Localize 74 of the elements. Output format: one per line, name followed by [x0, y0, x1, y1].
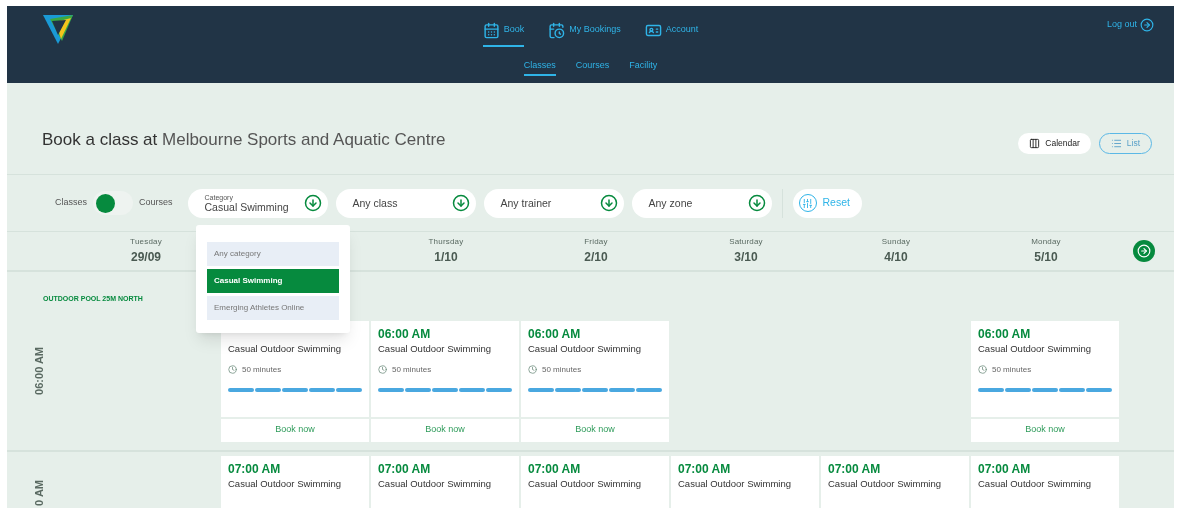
day-name: Sunday	[881, 236, 911, 248]
day-date: 2/10	[584, 249, 608, 266]
class-time: 07:00 AM	[678, 462, 732, 477]
class-duration: 50 minutes	[992, 363, 1032, 376]
calendar-icon	[482, 21, 500, 39]
arrow-right-icon	[1137, 244, 1151, 258]
class-time: 06:00 AM	[528, 326, 582, 342]
book-now-button[interactable]: Book now	[371, 416, 519, 442]
clock-icon	[528, 365, 537, 374]
time-label: 0 AM	[31, 480, 46, 506]
list-icon	[1110, 138, 1122, 149]
filter-dropdown[interactable]: Any class	[335, 188, 476, 218]
arrow-down-icon	[303, 194, 322, 212]
day-date: 1/10	[434, 249, 458, 266]
day-name: Thursday	[428, 236, 464, 248]
class-duration: 50 minutes	[242, 363, 282, 376]
subnav-tab[interactable]: Courses	[575, 59, 610, 76]
book-now-button[interactable]: Book now	[221, 416, 369, 442]
class-name: Casual Outdoor Swimming	[528, 477, 642, 490]
class-name: Casual Outdoor Swimming	[378, 341, 492, 355]
class-time: 07:00 AM	[828, 462, 882, 477]
book-now-button[interactable]: Book now	[521, 416, 669, 442]
logout-link[interactable]: Log out	[1106, 18, 1154, 32]
clock-icon	[228, 365, 237, 374]
category-option[interactable]: Casual Swimming	[207, 269, 339, 293]
book-now-button[interactable]: Book now	[971, 416, 1119, 442]
subnav-tab[interactable]: Facility	[629, 59, 658, 76]
filter-dropdown[interactable]: Any zone	[631, 188, 772, 218]
category-option[interactable]: Emerging Athletes Online	[207, 296, 339, 320]
day-name: Friday	[584, 236, 608, 248]
calendar-clock-icon	[548, 21, 566, 39]
class-time: 06:00 AM	[378, 326, 432, 342]
columns-icon	[1029, 138, 1041, 149]
day-name: Saturday	[729, 236, 763, 248]
class-name: Casual Outdoor Swimming	[228, 477, 342, 490]
category-option[interactable]: Any category	[207, 242, 339, 266]
day-date: 5/10	[1034, 249, 1058, 266]
class-duration: 50 minutes	[392, 363, 432, 376]
class-name: Casual Outdoor Swimming	[528, 341, 642, 355]
logout-icon	[1140, 18, 1154, 32]
classes-label: Classes	[55, 196, 87, 210]
clock-icon	[978, 365, 987, 374]
class-name: Casual Outdoor Swimming	[978, 341, 1092, 355]
nav-tab[interactable]: Account	[644, 16, 699, 47]
filter-dropdown[interactable]: Any trainer	[483, 188, 624, 218]
day-name: Tuesday	[130, 236, 162, 248]
class-name: Casual Outdoor Swimming	[228, 341, 342, 355]
view-toggle-button[interactable]: Calendar	[1018, 133, 1091, 154]
class-name: Casual Outdoor Swimming	[828, 477, 942, 490]
class-name: Casual Outdoor Swimming	[678, 477, 792, 490]
arrow-down-icon	[747, 194, 766, 212]
next-week-button[interactable]	[1133, 240, 1155, 262]
class-time: 07:00 AM	[528, 462, 582, 477]
time-label: 06:00 AM	[31, 346, 46, 395]
class-duration: 50 minutes	[542, 363, 582, 376]
class-name: Casual Outdoor Swimming	[378, 477, 492, 490]
class-time: 07:00 AM	[378, 462, 432, 477]
arrow-down-icon	[451, 194, 470, 212]
mode-switch[interactable]	[93, 191, 133, 215]
page-title: Book a class at Melbourne Sports and Aquatic Centre	[42, 128, 447, 151]
nav-tab[interactable]: Book	[482, 16, 525, 47]
class-time: 07:00 AM	[978, 462, 1032, 477]
clock-icon	[378, 365, 387, 374]
day-name: Monday	[1031, 236, 1061, 248]
courses-label: Courses	[139, 196, 173, 210]
nav-tab[interactable]: My Bookings	[548, 16, 621, 47]
class-name: Casual Outdoor Swimming	[978, 477, 1092, 490]
day-date: 29/09	[131, 249, 161, 266]
class-time: 06:00 AM	[978, 326, 1032, 342]
day-date: 4/10	[884, 249, 908, 266]
subnav-tab[interactable]: Classes	[523, 59, 556, 76]
arrow-down-icon	[599, 194, 618, 212]
class-time: 07:00 AM	[228, 462, 282, 477]
day-date: 3/10	[734, 249, 758, 266]
